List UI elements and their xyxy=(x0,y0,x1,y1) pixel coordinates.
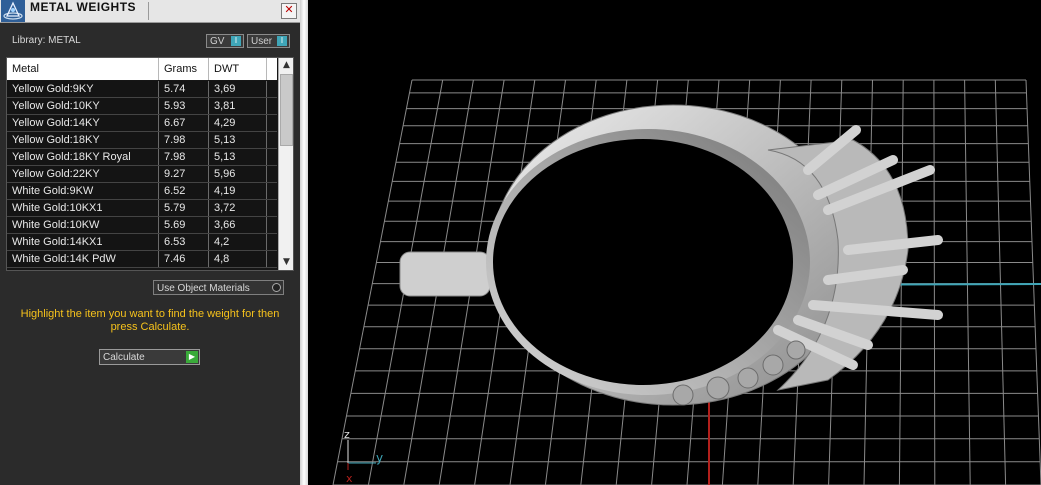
calculate-label: Calculate xyxy=(103,352,145,363)
table-row[interactable]: Yellow Gold:10KY 5.93 3,81 xyxy=(7,98,277,115)
use-object-materials-label: Use Object Materials xyxy=(157,283,250,294)
table-row[interactable]: White Gold:10KW 5.69 3,66 xyxy=(7,217,277,234)
grams-cell: 5.93 xyxy=(159,98,209,114)
axis-label-y: y xyxy=(376,451,383,465)
grams-cell: 5.79 xyxy=(159,200,209,216)
user-toggle-label: User xyxy=(251,36,273,47)
grams-cell: 5.69 xyxy=(159,217,209,233)
ring-model[interactable] xyxy=(399,104,943,406)
grams-cell: 7.98 xyxy=(159,132,209,148)
title-divider xyxy=(148,2,149,20)
grid-line xyxy=(933,79,936,485)
table-row[interactable]: White Gold:14KX1 6.53 4,2 xyxy=(7,234,277,251)
scroll-down-icon[interactable]: ▼ xyxy=(279,255,293,270)
table-scrollbar[interactable]: ▲ ▼ xyxy=(278,58,293,270)
dwt-cell: 4,29 xyxy=(209,115,267,131)
grams-cell: 7.46 xyxy=(159,251,209,267)
dwt-cell: 4,2 xyxy=(209,234,267,250)
close-button[interactable]: ✕ xyxy=(281,3,297,19)
dwt-cell: 4,8 xyxy=(209,251,267,267)
column-header-grams[interactable]: Grams xyxy=(159,58,209,80)
metal-name-cell: White Gold:10KX1 xyxy=(7,200,159,216)
metal-name-cell: White Gold:9KW xyxy=(7,183,159,199)
scroll-thumb[interactable] xyxy=(280,74,293,146)
library-label: Library: METAL xyxy=(12,35,81,46)
grid-line xyxy=(964,79,971,485)
column-header-metal[interactable]: Metal xyxy=(7,58,159,80)
user-toggle[interactable]: User I xyxy=(247,34,290,48)
gv-toggle[interactable]: GV I xyxy=(206,34,244,48)
play-arrow-icon: ▶ xyxy=(186,351,198,363)
grams-cell: 5.74 xyxy=(159,81,209,97)
axis-label-z: z xyxy=(344,428,350,441)
metal-name-cell: Yellow Gold:18KY Royal xyxy=(7,149,159,165)
metal-name-cell: White Gold:14KX1 xyxy=(7,234,159,250)
table-row[interactable]: Yellow Gold:18KY 7.98 5,13 xyxy=(7,132,277,149)
axis-label-x: x xyxy=(346,472,353,485)
table-row[interactable]: Yellow Gold:9KY 5.74 3,69 xyxy=(7,81,277,98)
metal-name-cell: Yellow Gold:9KY xyxy=(7,81,159,97)
metal-name-cell: Yellow Gold:18KY xyxy=(7,132,159,148)
grams-cell: 6.53 xyxy=(159,234,209,250)
dwt-cell: 3,69 xyxy=(209,81,267,97)
grid-line xyxy=(994,79,1007,485)
metal-table: Metal Grams DWT Yellow Gold:9KY 5.74 3,69 Y… xyxy=(6,57,294,271)
metal-name-cell: White Gold:14K PdW xyxy=(7,251,159,267)
dwt-cell: 5,13 xyxy=(209,149,267,165)
dwt-cell: 5,96 xyxy=(209,166,267,182)
table-header: Metal Grams DWT xyxy=(7,58,277,80)
table-row[interactable]: White Gold:10KX1 5.79 3,72 xyxy=(7,200,277,217)
app-logo-icon xyxy=(1,0,25,22)
dwt-cell: 3,81 xyxy=(209,98,267,114)
panel-splitter[interactable] xyxy=(300,0,308,485)
dwt-cell: 5,13 xyxy=(209,132,267,148)
radio-icon[interactable] xyxy=(272,283,281,292)
table-row[interactable]: Yellow Gold:22KY 9.27 5,96 xyxy=(7,166,277,183)
grams-cell: 6.67 xyxy=(159,115,209,131)
gv-toggle-label: GV xyxy=(210,36,225,47)
grams-cell: 6.52 xyxy=(159,183,209,199)
metal-weights-panel: METAL WEIGHTS ✕ Library: METAL GV I User… xyxy=(0,0,300,485)
metal-name-cell: Yellow Gold:10KY xyxy=(7,98,159,114)
calculate-button[interactable]: Calculate ▶ xyxy=(99,349,200,365)
panel-titlebar[interactable]: METAL WEIGHTS ✕ xyxy=(0,0,300,23)
dwt-cell: 4,19 xyxy=(209,183,267,199)
metal-name-cell: Yellow Gold:14KY xyxy=(7,115,159,131)
table-row[interactable]: Yellow Gold:14KY 6.67 4,29 xyxy=(7,115,277,132)
table-row[interactable]: White Gold:9KW 6.52 4,19 xyxy=(7,183,277,200)
table-row[interactable]: White Gold:14K PdW 7.46 4,8 xyxy=(7,251,277,268)
column-header-dwt[interactable]: DWT xyxy=(209,58,267,80)
toggle-knob-icon: I xyxy=(277,36,287,46)
panel-title: METAL WEIGHTS xyxy=(30,0,137,14)
table-row[interactable]: Yellow Gold:18KY Royal 7.98 5,13 xyxy=(7,149,277,166)
dwt-cell: 3,66 xyxy=(209,217,267,233)
3d-viewport[interactable]: z y x xyxy=(308,0,1041,485)
metal-name-cell: Yellow Gold:22KY xyxy=(7,166,159,182)
metal-name-cell: White Gold:10KW xyxy=(7,217,159,233)
grams-cell: 7.98 xyxy=(159,149,209,165)
grid-line xyxy=(1025,79,1041,485)
instruction-text: Highlight the item you want to find the … xyxy=(20,308,280,333)
toggle-knob-icon: I xyxy=(231,36,241,46)
scroll-up-icon[interactable]: ▲ xyxy=(279,58,293,73)
dwt-cell: 3,72 xyxy=(209,200,267,216)
use-object-materials-option[interactable]: Use Object Materials xyxy=(153,280,284,295)
grams-cell: 9.27 xyxy=(159,166,209,182)
